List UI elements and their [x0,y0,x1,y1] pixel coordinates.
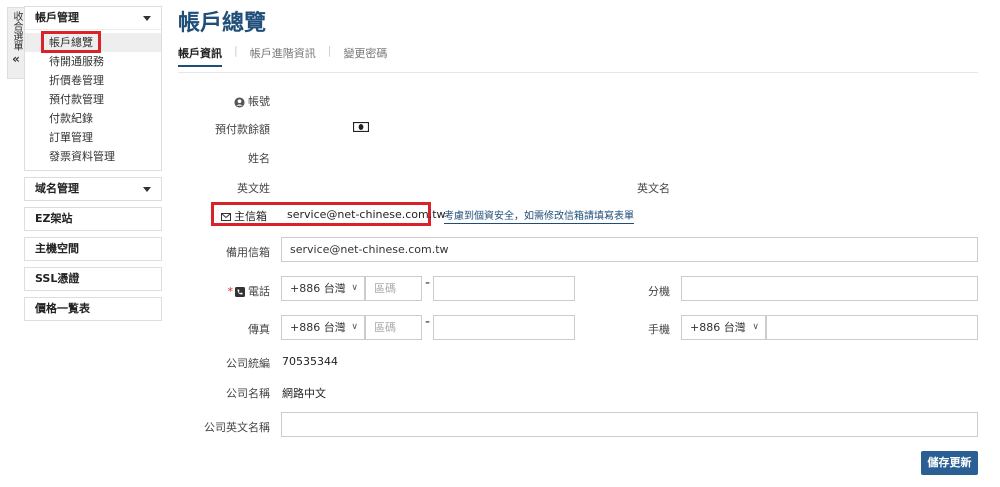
phone-country-select[interactable]: +886 台灣 ∨ [281,276,365,301]
chevron-down-icon: ∨ [351,322,358,332]
backup-email-input[interactable]: service@net-chinese.com.tw [281,237,978,262]
chevron-down-icon: ∨ [752,322,759,332]
tax-id-label: 公司統編 [226,357,270,370]
company-name-value: 網路中文 [282,387,326,400]
double-chevron-left-icon: « [12,52,20,66]
tab-divider: | [327,44,332,57]
caret-down-icon [143,15,151,21]
page-title: 帳戶總覽 [178,11,267,36]
ssl-label: SSL憑證 [35,272,80,285]
mail-icon [221,213,231,221]
sidebar-item-coupons[interactable]: 折價卷管理 [25,71,161,90]
account-label: 帳號 [248,95,270,108]
mobile-number-input[interactable] [766,315,978,340]
account-label-row: 帳號 [178,93,270,109]
sidebar: 帳戶管理 帳戶總覽 待開通服務 折價卷管理 預付款管理 付款紀錄 訂單管理 發票… [24,6,162,327]
fax-number-input[interactable] [433,315,575,340]
caret-down-icon [143,186,151,192]
phone-country-value: +886 台灣 [290,282,346,295]
user-circle-icon [234,96,245,108]
account-submenu: 帳戶總覽 待開通服務 折價卷管理 預付款管理 付款紀錄 訂單管理 發票資料管理 [25,29,161,170]
chevron-down-icon: ∨ [351,283,358,293]
company-en-name-input[interactable] [281,412,978,437]
en-firstname-label: 英文名 [637,182,670,195]
phone-number-input[interactable] [433,276,575,301]
tax-id-value: 70535344 [282,355,338,368]
phone-area-input[interactable]: 區碼 [365,276,422,301]
money-icon [353,122,369,132]
fax-country-value: +886 台灣 [290,321,346,334]
tab-underline [178,72,978,73]
sidebar-item-ez-site[interactable]: EZ架站 [24,207,162,231]
email-change-form-link[interactable]: 考慮到個資安全，如需修改信箱請填寫表單 [444,207,634,224]
required-mark: * [227,285,234,298]
sidebar-item-ssl[interactable]: SSL憑證 [24,267,162,291]
primary-email-value: service@net-chinese.com.tw [287,208,446,221]
prepaid-label: 預付款餘額 [215,123,270,136]
sidebar-item-hosting[interactable]: 主機空間 [24,237,162,261]
name-label: 姓名 [248,152,270,165]
sidebar-item-pending-services[interactable]: 待開通服務 [25,52,161,71]
tab-change-password[interactable]: 變更密碼 [343,44,387,67]
save-button[interactable]: 儲存更新 [921,451,978,475]
area-placeholder: 區碼 [374,321,396,334]
main-content: 帳戶總覽 帳戶資訊 | 帳戶進階資訊 | 變更密碼 帳號 預付款餘額 姓名 英文… [178,0,988,487]
tab-advanced-info[interactable]: 帳戶進階資訊 [250,44,316,67]
area-placeholder: 區碼 [374,282,396,295]
tab-bar: 帳戶資訊 | 帳戶進階資訊 | 變更密碼 [178,44,387,67]
tab-account-info[interactable]: 帳戶資訊 [178,44,222,67]
domain-menu[interactable]: 域名管理 [24,177,162,201]
sidebar-item-orders[interactable]: 訂單管理 [25,128,161,147]
sidebar-item-invoice[interactable]: 發票資料管理 [25,147,161,166]
company-en-name-label: 公司英文名稱 [204,421,270,434]
collapse-menu-tab[interactable]: 收合選單 « [7,7,25,79]
company-name-label: 公司名稱 [226,387,270,400]
phone-label-row: * 電話 [178,283,271,299]
mobile-label: 手機 [648,323,670,336]
account-menu-header[interactable]: 帳戶管理 [25,7,161,29]
tab-divider: | [234,44,238,57]
mobile-country-value: +886 台灣 [690,321,746,334]
ez-site-label: EZ架站 [35,212,73,225]
primary-email-label: 主信箱 [234,210,267,223]
domain-menu-title: 域名管理 [35,182,79,195]
highlight-box [41,31,101,53]
price-list-label: 價格一覧表 [35,302,90,315]
hosting-label: 主機空間 [35,242,79,255]
fax-label: 傳真 [248,323,270,336]
extension-label: 分機 [648,285,670,298]
fax-area-input[interactable]: 區碼 [365,315,422,340]
primary-email-label-row: 主信箱 [221,208,267,224]
extension-input[interactable] [681,276,978,301]
fax-country-select[interactable]: +886 台灣 ∨ [281,315,365,340]
sidebar-item-payments[interactable]: 付款紀錄 [25,109,161,128]
phone-dash: - [425,275,431,291]
phone-icon [235,287,245,297]
phone-label: 電話 [248,285,270,298]
collapse-menu-label: 收合選單 [11,11,22,51]
sidebar-item-prepaid[interactable]: 預付款管理 [25,90,161,109]
backup-email-label: 備用信箱 [226,246,270,259]
account-menu-title: 帳戶管理 [35,11,79,24]
mobile-country-select[interactable]: +886 台灣 ∨ [681,315,766,340]
sidebar-item-price-list[interactable]: 價格一覧表 [24,297,162,321]
fax-dash: - [425,314,431,330]
en-lastname-label: 英文姓 [237,182,270,195]
account-menu: 帳戶管理 帳戶總覽 待開通服務 折價卷管理 預付款管理 付款紀錄 訂單管理 發票… [24,6,162,171]
